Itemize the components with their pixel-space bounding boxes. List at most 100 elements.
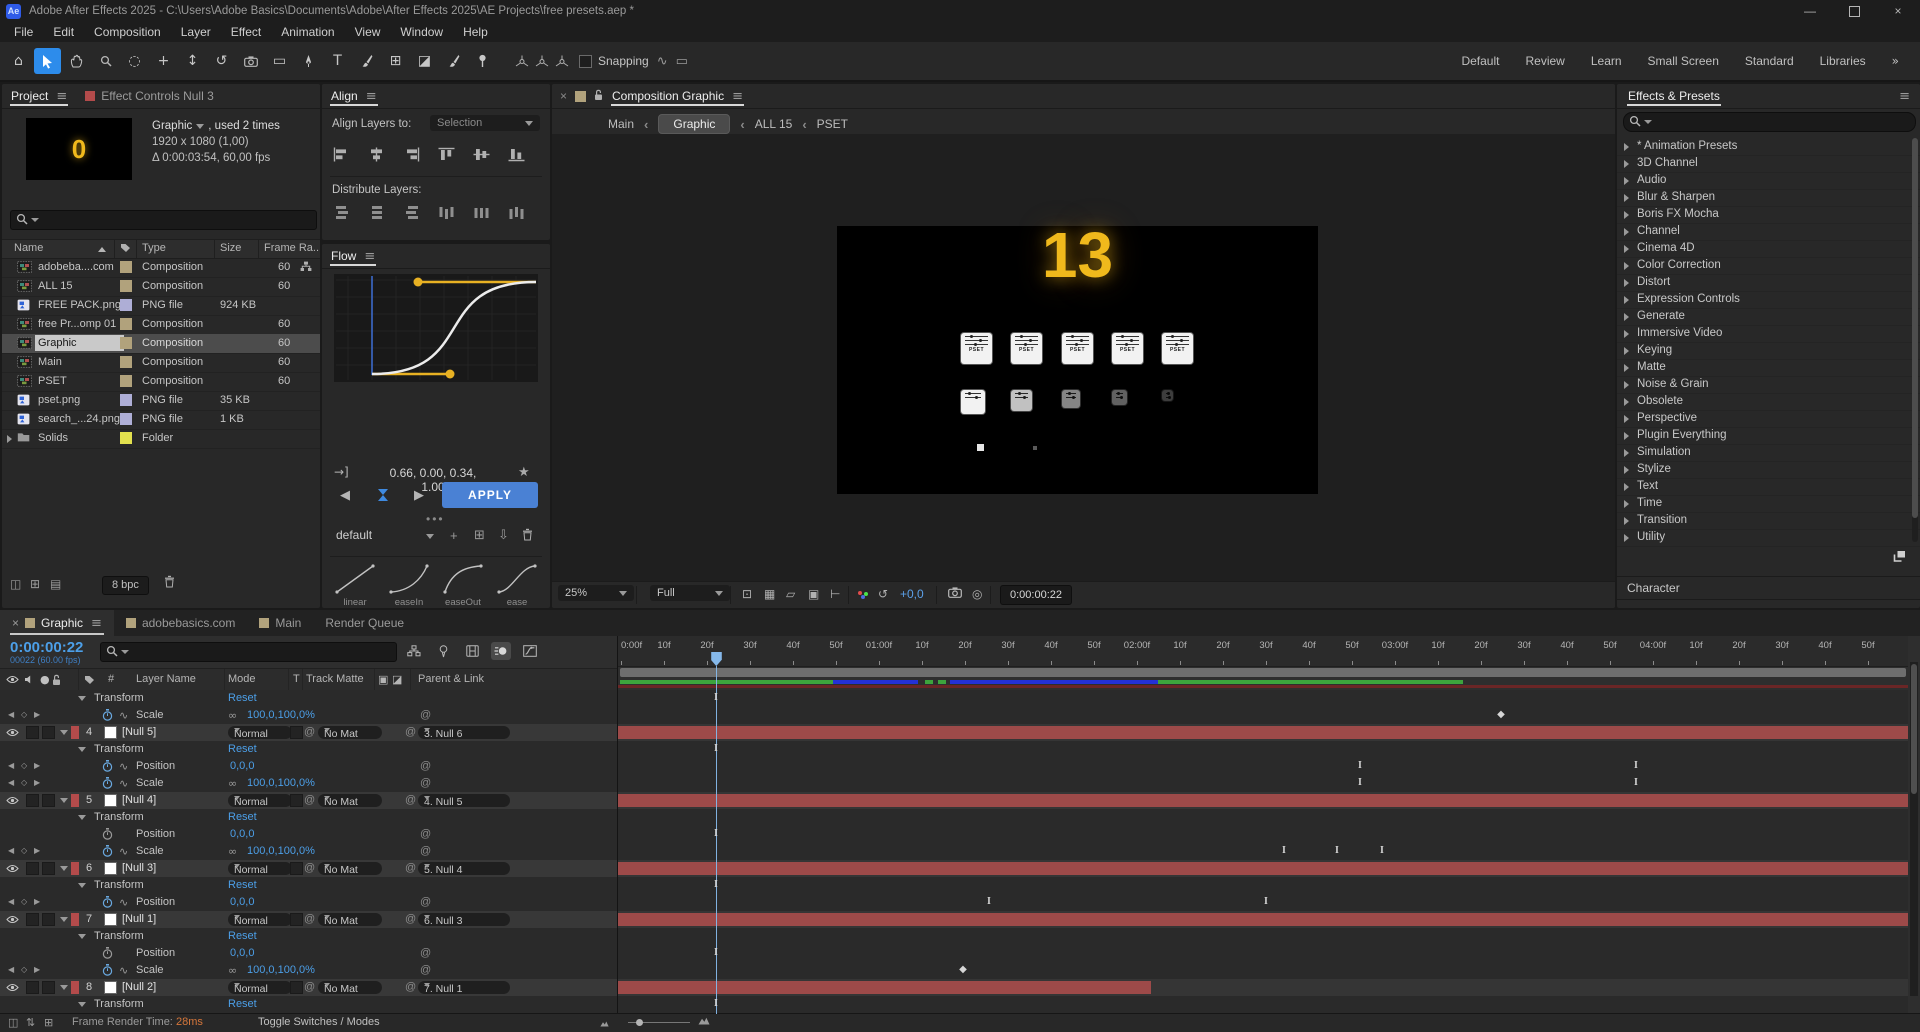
layer-name[interactable]: [Null 3]	[122, 862, 156, 874]
menu-help[interactable]: Help	[453, 22, 498, 42]
solo-toggle[interactable]	[42, 862, 55, 875]
twirl-down-icon[interactable]	[78, 934, 86, 939]
preset-thumbnail-small[interactable]	[1162, 390, 1173, 401]
eye-icon[interactable]	[6, 983, 19, 995]
am-network-icon[interactable]: ◫	[8, 1016, 18, 1029]
reset-link[interactable]: Reset	[228, 879, 257, 891]
next-keyframe-icon[interactable]: ▶	[34, 778, 40, 787]
breadcrumb-pset[interactable]: PSET	[817, 117, 848, 131]
type-tool[interactable]: T	[324, 48, 351, 74]
next-keyframe-icon[interactable]: ▶	[34, 897, 40, 906]
timeline-track-row[interactable]: I	[618, 877, 1908, 895]
effects-category-boris-fx-mocha[interactable]: Boris FX Mocha	[1617, 206, 1920, 224]
prev-keyframe-icon[interactable]: ◀	[8, 965, 14, 974]
stopwatch-icon[interactable]	[102, 964, 113, 979]
timeline-track-row[interactable]: ◆	[618, 962, 1908, 980]
workspace-small-screen[interactable]: Small Screen	[1635, 44, 1732, 78]
blend-mode-select[interactable]: Normal	[228, 862, 292, 875]
composition-viewer[interactable]: 13 PSETPSETPSETPSETPSET	[552, 134, 1615, 582]
new-folder-icon[interactable]: ⊞	[30, 577, 40, 591]
zoom-tool[interactable]	[92, 48, 119, 74]
timeline-track-row[interactable]: III	[618, 843, 1908, 861]
add-keyframe-icon[interactable]: ◇	[21, 778, 27, 787]
audio-toggle[interactable]	[26, 913, 39, 926]
twirl-right-icon[interactable]	[1624, 466, 1629, 474]
save-preset-icon[interactable]: ⇩	[498, 528, 509, 543]
label-color-chip[interactable]	[120, 337, 132, 349]
graph-icon[interactable]: ∿	[119, 760, 128, 773]
blend-mode-select[interactable]: Normal	[228, 726, 292, 739]
prev-keyframe-icon[interactable]: ◀	[8, 897, 14, 906]
zoom-out-mountain-icon[interactable]	[600, 1018, 609, 1030]
channel-select-icon[interactable]	[858, 591, 870, 600]
twirl-right-icon[interactable]	[1624, 398, 1629, 406]
layer-color-label[interactable]	[71, 726, 79, 739]
magnification-select[interactable]: 25%	[558, 585, 634, 601]
layer-solid-swatch[interactable]	[104, 981, 117, 994]
label-color-chip[interactable]	[120, 394, 132, 406]
label-color-chip[interactable]	[120, 356, 132, 368]
track-matte-select[interactable]: No Mat	[318, 981, 382, 994]
project-row-adobeba-com[interactable]: adobeba....comComposition60	[2, 258, 320, 278]
twirl-right-icon[interactable]	[1624, 449, 1629, 457]
frame-blending-icon[interactable]	[462, 642, 482, 660]
twirl-right-icon[interactable]	[1624, 432, 1629, 440]
breadcrumb-graphic[interactable]: Graphic	[658, 114, 730, 134]
label-color-chip[interactable]	[120, 432, 132, 444]
effects-category-expression-controls[interactable]: Expression Controls	[1617, 291, 1920, 309]
column-header-framerate[interactable]: Frame Ra..	[264, 242, 319, 254]
preserve-transparency-toggle[interactable]	[290, 794, 303, 807]
property-name[interactable]: Scale	[136, 845, 164, 857]
reset-link[interactable]: Reset	[228, 811, 257, 823]
align-h-center-icon[interactable]	[367, 146, 385, 162]
layer-solid-swatch[interactable]	[104, 862, 117, 875]
snapping-checkbox[interactable]	[579, 55, 592, 68]
lock-icon[interactable]	[594, 89, 603, 104]
add-preset-icon[interactable]: +	[450, 528, 458, 543]
effects-category-text[interactable]: Text	[1617, 478, 1920, 496]
expand-icon[interactable]: ⇅	[26, 1016, 35, 1029]
track-matte-select[interactable]: No Mat	[318, 726, 382, 739]
timeline-row[interactable]: 8[Null 2]Normal@No Mat@7. Null 1	[0, 979, 617, 997]
next-keyframe-icon[interactable]: ▶	[34, 846, 40, 855]
time-ruler[interactable]: 0:00f10f20f30f40f50f01:00f10f20f30f40f50…	[618, 636, 1908, 667]
axis-view-icon[interactable]	[555, 55, 569, 68]
workspace-standard[interactable]: Standard	[1732, 44, 1807, 78]
label-color-chip[interactable]	[120, 375, 132, 387]
workspace-review[interactable]: Review	[1512, 44, 1577, 78]
label-color-chip[interactable]	[120, 299, 132, 311]
twirl-right-icon[interactable]	[1624, 347, 1629, 355]
effects-category-plugin-everything[interactable]: Plugin Everything	[1617, 427, 1920, 445]
project-search-input[interactable]	[10, 210, 317, 230]
menu-file[interactable]: File	[4, 22, 43, 42]
layer-name[interactable]: [Null 2]	[122, 981, 156, 993]
workspace-default[interactable]: Default	[1448, 44, 1512, 78]
twirl-right-icon[interactable]	[1624, 517, 1629, 525]
breadcrumb-all-15[interactable]: ALL 15	[755, 117, 793, 131]
keyframe-hold-icon[interactable]: I	[1358, 760, 1362, 771]
axis-local-icon[interactable]	[515, 55, 529, 68]
grid-guides-icon[interactable]: ⊢	[830, 587, 840, 601]
property-name[interactable]: Position	[136, 828, 175, 840]
axis-world-icon[interactable]	[535, 55, 549, 68]
timeline-track-row[interactable]: II	[618, 758, 1908, 776]
twirl-right-icon[interactable]	[1624, 143, 1629, 151]
effects-category-matte[interactable]: Matte	[1617, 359, 1920, 377]
project-row-pset[interactable]: PSETComposition60	[2, 372, 320, 392]
twirl-right-icon[interactable]	[1624, 500, 1629, 508]
reset-link[interactable]: Reset	[228, 743, 257, 755]
layer-solid-swatch[interactable]	[104, 794, 117, 807]
tab-align[interactable]: Align≡	[322, 84, 386, 108]
timeline-tab-main[interactable]: Main	[247, 610, 313, 636]
preset-thumbnail-small[interactable]	[1112, 390, 1127, 405]
property-value[interactable]: 100,0,100,0%	[247, 964, 315, 976]
transform-group-label[interactable]: Transform	[94, 811, 144, 823]
effects-category-noise-grain[interactable]: Noise & Grain	[1617, 376, 1920, 394]
property-name[interactable]: Position	[136, 896, 175, 908]
eye-icon[interactable]	[6, 864, 19, 876]
add-keyframe-icon[interactable]: ◇	[21, 846, 27, 855]
transform-group-label[interactable]: Transform	[94, 930, 144, 942]
twirl-down-icon[interactable]	[78, 883, 86, 888]
property-name[interactable]: Position	[136, 760, 175, 772]
timeline-tab-adobebasics-com[interactable]: adobebasics.com	[114, 610, 247, 636]
